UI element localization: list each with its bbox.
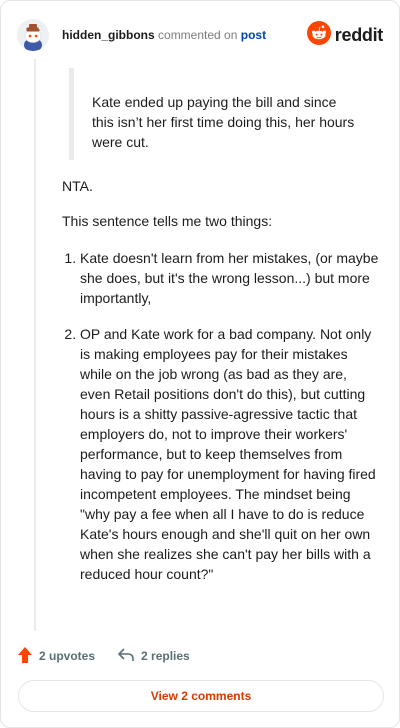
- comment-meta: hidden_gibbons commented on post: [62, 28, 266, 42]
- reply-count: 2 replies: [141, 649, 190, 663]
- upvote-arrow-icon: [17, 646, 33, 667]
- comment-list: Kate doesn't learn from her mistakes, (o…: [62, 248, 380, 598]
- comment-header: hidden_gibbons commented on post reddit: [17, 17, 383, 53]
- reddit-brand[interactable]: reddit: [306, 20, 384, 50]
- username-link[interactable]: hidden_gibbons: [62, 28, 155, 42]
- reddit-wordmark: reddit: [334, 24, 384, 45]
- replies-button[interactable]: 2 replies: [117, 647, 190, 666]
- comment-paragraph: This sentence tells me two things:: [62, 213, 273, 229]
- blockquote: Kate ended up paying the bill and since …: [69, 68, 359, 160]
- thread-line[interactable]: [34, 59, 36, 631]
- reddit-logo-icon: [306, 20, 331, 50]
- list-item: Kate doesn't learn from her mistakes, (o…: [80, 248, 380, 308]
- comment-actions: 2 upvotes 2 replies: [17, 645, 190, 667]
- user-avatar-icon[interactable]: [17, 19, 49, 51]
- comment-card: hidden_gibbons commented on post reddit: [0, 0, 400, 728]
- list-item: OP and Kate work for a bad company. Not …: [80, 324, 380, 584]
- action-text: commented on: [158, 28, 238, 42]
- upvote-count: 2 upvotes: [39, 649, 96, 663]
- reply-arrow-icon: [117, 647, 135, 666]
- upvote-button[interactable]: 2 upvotes: [17, 646, 95, 667]
- post-link[interactable]: post: [241, 28, 266, 42]
- view-comments-button[interactable]: View 2 comments: [18, 680, 384, 712]
- comment-paragraph: NTA.: [62, 178, 93, 194]
